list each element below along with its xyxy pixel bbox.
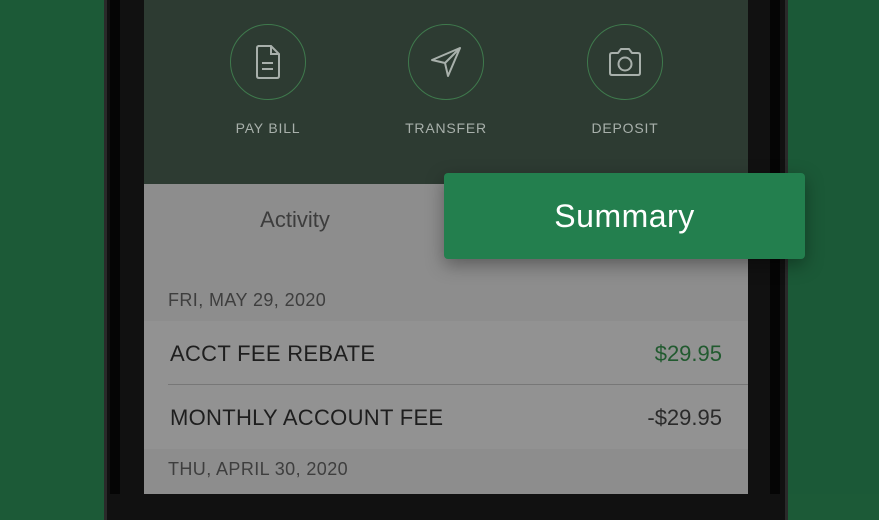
document-icon [256, 45, 280, 79]
paper-plane-icon [431, 47, 461, 77]
transaction-name: ACCT FEE REBATE [170, 341, 376, 366]
transaction-row[interactable]: MONTHLY ACCOUNT FEE -$29.95 [144, 385, 748, 449]
date-header: THU, APRIL 30, 2020 [168, 459, 349, 479]
transfer-button[interactable]: TRANSFER [376, 24, 516, 136]
transaction-amount: -$29.95 [647, 405, 722, 430]
deposit-circle[interactable] [587, 24, 663, 100]
transfer-label: TRANSFER [405, 120, 487, 136]
tab-activity[interactable]: Activity [144, 184, 446, 256]
transaction-name: MONTHLY ACCOUNT FEE [170, 405, 444, 430]
tab-summary[interactable]: Summary [444, 173, 805, 259]
transfer-circle[interactable] [408, 24, 484, 100]
transaction-row[interactable]: ACCT FEE REBATE $29.95 [144, 321, 748, 385]
deposit-label: DEPOSIT [591, 120, 659, 136]
phone-edge-left [110, 0, 120, 494]
deposit-button[interactable]: DEPOSIT [555, 24, 695, 136]
quick-actions-panel: PAY BILL TRANSFER DEPOSIT [144, 0, 748, 184]
pay-bill-label: PAY BILL [235, 120, 301, 136]
camera-icon [609, 48, 641, 76]
pay-bill-button[interactable]: PAY BILL [198, 24, 338, 136]
pay-bill-circle[interactable] [230, 24, 306, 100]
date-header: FRI, MAY 29, 2020 [168, 290, 327, 310]
transaction-amount: $29.95 [654, 341, 722, 366]
